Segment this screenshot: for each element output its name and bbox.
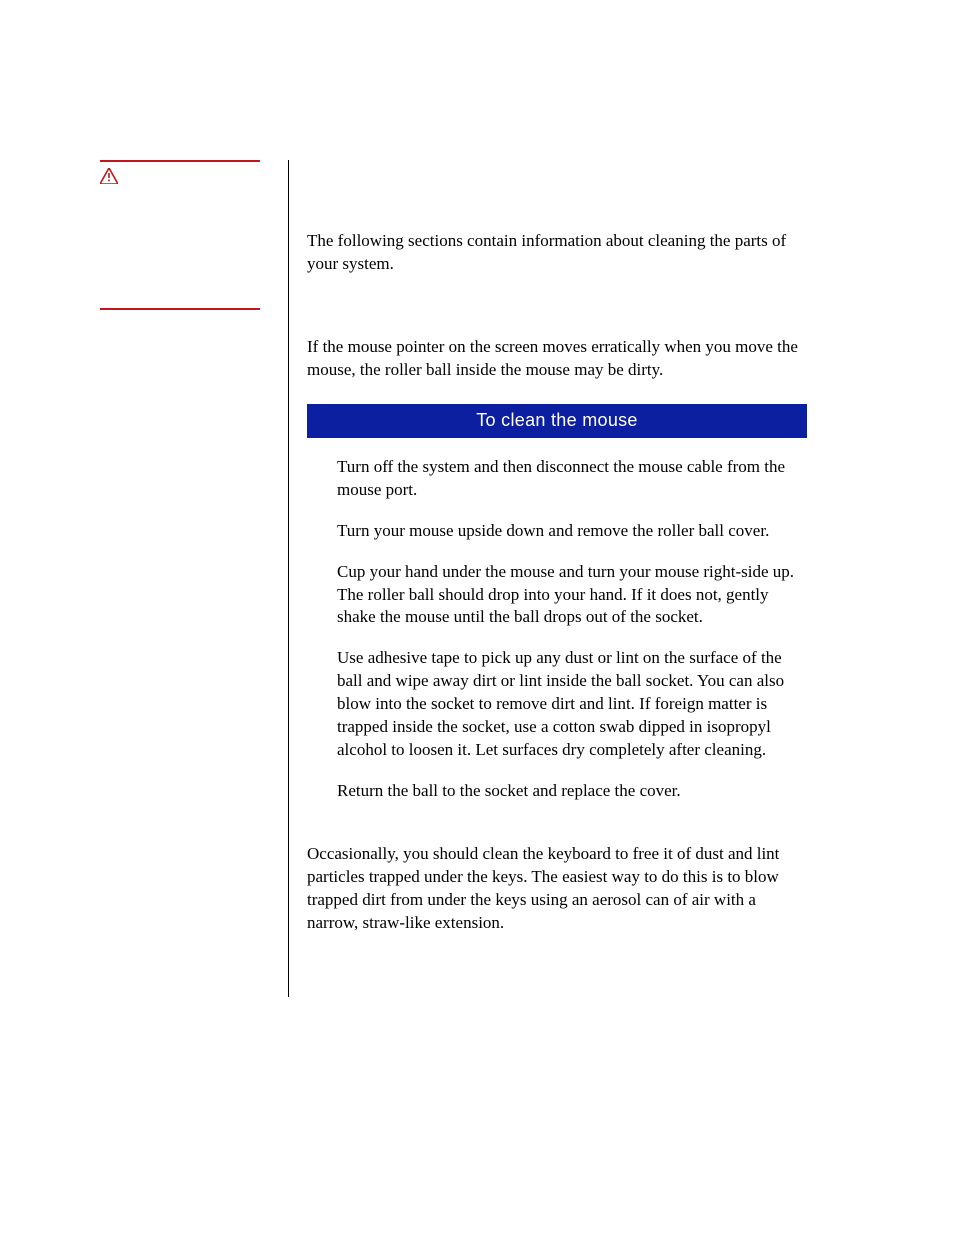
main-content-column: The following sections contain informati… xyxy=(288,160,807,997)
keyboard-paragraph: Occasionally, you should clean the keybo… xyxy=(307,843,807,935)
step-1: Turn off the system and then disconnect … xyxy=(337,456,797,502)
procedure-banner: To clean the mouse xyxy=(307,404,807,438)
step-5: Return the ball to the socket and replac… xyxy=(337,780,797,803)
caution-rule-top xyxy=(100,160,260,162)
warning-icon xyxy=(100,168,275,188)
intro-paragraph: The following sections contain informati… xyxy=(307,230,807,276)
procedure-steps: Turn off the system and then disconnect … xyxy=(307,456,807,803)
step-2: Turn your mouse upside down and remove t… xyxy=(337,520,797,543)
step-3: Cup your hand under the mouse and turn y… xyxy=(337,561,797,630)
caution-rule-bottom xyxy=(100,308,260,310)
document-page: The following sections contain informati… xyxy=(0,0,954,1235)
sidebar-caution-box xyxy=(100,160,275,310)
step-4: Use adhesive tape to pick up any dust or… xyxy=(337,647,797,762)
mouse-intro-paragraph: If the mouse pointer on the screen moves… xyxy=(307,336,807,382)
